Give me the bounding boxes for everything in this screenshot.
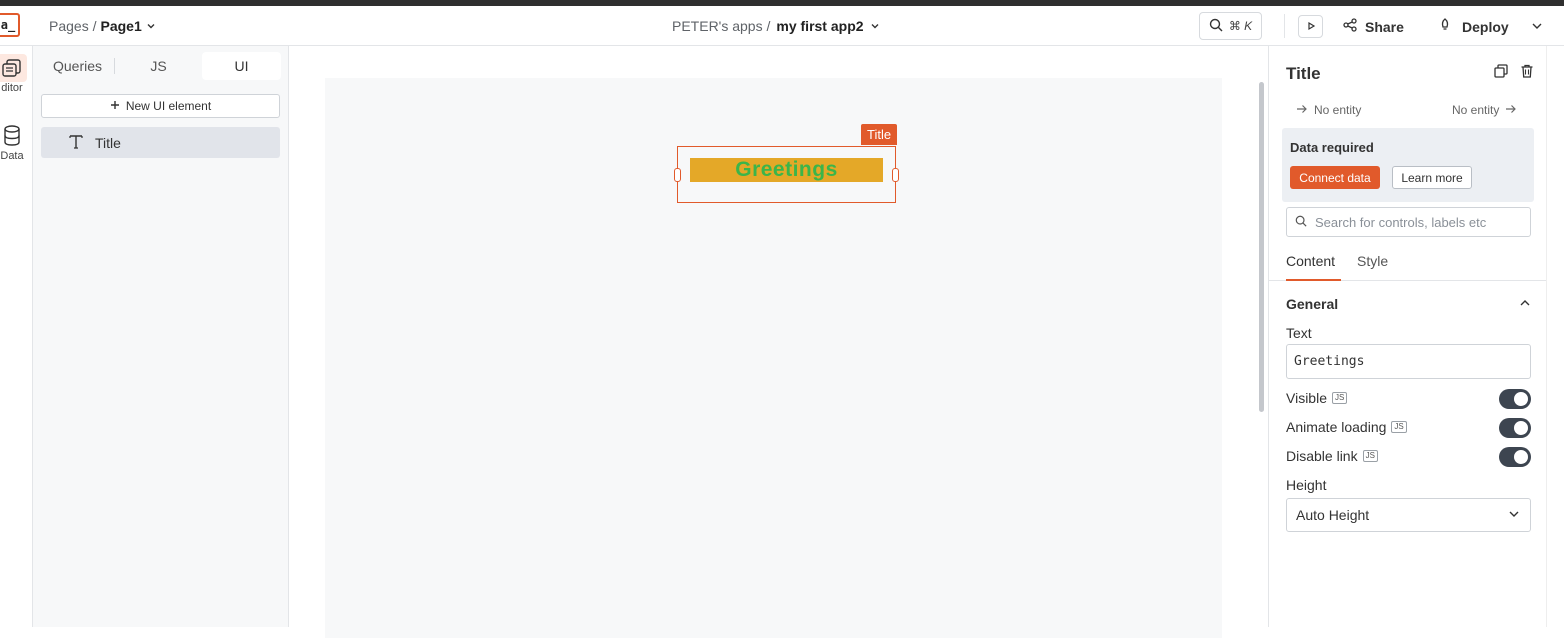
- rocket-icon: [1438, 18, 1452, 35]
- share-button[interactable]: Share: [1343, 18, 1404, 35]
- chevron-down-icon: [1508, 507, 1520, 523]
- selected-widget-tag[interactable]: Title: [861, 124, 898, 145]
- property-pane: Title No entity No entity Data required …: [1268, 46, 1547, 627]
- share-icon: [1343, 18, 1357, 35]
- current-page[interactable]: Page1: [100, 18, 141, 34]
- disable-link-toggle[interactable]: [1499, 447, 1531, 467]
- general-section-title: General: [1286, 296, 1339, 312]
- adjacent-window-edge: [1546, 46, 1564, 627]
- entity-explorer: Queries JS UI New UI element Title: [33, 46, 289, 627]
- new-ui-element-label: New UI element: [125, 99, 212, 113]
- property-search-input[interactable]: Search for controls, labels etc: [1286, 207, 1531, 237]
- app-breadcrumb[interactable]: PETER's apps / my first app2: [672, 18, 880, 34]
- height-select-value: Auto Height: [1296, 507, 1370, 523]
- text-field-label: Text: [1286, 325, 1312, 341]
- copy-icon[interactable]: [1494, 64, 1508, 81]
- canvas-scrollbar[interactable]: [1259, 82, 1264, 412]
- connect-data-button[interactable]: Connect data: [1290, 166, 1380, 189]
- trash-icon[interactable]: [1520, 64, 1534, 81]
- share-label: Share: [1365, 18, 1404, 35]
- rail-data[interactable]: Data: [0, 122, 30, 162]
- chevron-down-icon[interactable]: [146, 18, 156, 34]
- plus-icon: [110, 99, 120, 113]
- text-property-input[interactable]: Greetings: [1286, 344, 1531, 379]
- height-select[interactable]: Auto Height: [1286, 498, 1531, 532]
- animate-loading-label: Animate loading JS: [1286, 419, 1407, 435]
- editor-icon: [0, 54, 27, 82]
- disable-link-label: Disable link JS: [1286, 448, 1378, 464]
- disable-link-label-text: Disable link: [1286, 448, 1358, 464]
- explorer-tabs: Queries JS UI: [41, 52, 282, 80]
- deploy-label: Deploy: [1462, 18, 1509, 35]
- database-icon: [0, 122, 27, 150]
- property-search-placeholder: Search for controls, labels etc: [1315, 214, 1487, 230]
- general-section-header[interactable]: General: [1286, 296, 1531, 312]
- top-header: a_ Pages / Page1 PETER's apps / my first…: [0, 6, 1564, 46]
- tab-ui[interactable]: UI: [202, 52, 281, 80]
- chevron-up-icon[interactable]: [1519, 296, 1531, 312]
- incoming-entity-label: No entity: [1314, 103, 1362, 117]
- data-required-heading: Data required: [1290, 140, 1374, 155]
- canvas-area: Title Greetings: [289, 46, 1268, 638]
- tab-queries[interactable]: Queries: [41, 52, 114, 80]
- new-ui-element-button[interactable]: New UI element: [41, 94, 280, 118]
- height-label: Height: [1286, 477, 1327, 493]
- animate-loading-label-text: Animate loading: [1286, 419, 1387, 435]
- js-toggle-badge[interactable]: JS: [1362, 450, 1378, 462]
- chevron-down-icon[interactable]: [870, 18, 880, 34]
- search-shortcut: ⌘ K: [1228, 19, 1253, 33]
- arrow-right-icon: [1505, 103, 1517, 117]
- data-required-callout: Data required Connect data Learn more: [1282, 128, 1534, 202]
- js-toggle-badge[interactable]: JS: [1391, 421, 1407, 433]
- learn-more-button[interactable]: Learn more: [1392, 166, 1472, 189]
- omnibar-search-button[interactable]: ⌘ K: [1199, 12, 1262, 40]
- property-pane-title[interactable]: Title: [1286, 64, 1321, 84]
- deploy-options-chevron-icon[interactable]: [1531, 20, 1543, 35]
- property-pane-actions: [1494, 64, 1534, 81]
- app-name[interactable]: my first app2: [776, 18, 863, 34]
- tab-style[interactable]: Style: [1357, 253, 1388, 281]
- title-text-widget[interactable]: Greetings: [690, 158, 883, 182]
- preview-button[interactable]: [1298, 15, 1323, 38]
- property-tabs: Content Style: [1269, 251, 1547, 281]
- resize-handle-left[interactable]: [674, 168, 681, 182]
- visible-toggle[interactable]: [1499, 389, 1531, 409]
- outgoing-entity[interactable]: No entity: [1452, 103, 1517, 117]
- workspace-name[interactable]: PETER's apps /: [672, 18, 770, 34]
- js-toggle-badge[interactable]: JS: [1332, 392, 1348, 404]
- outgoing-entity-label: No entity: [1452, 103, 1500, 117]
- search-icon: [1295, 215, 1307, 230]
- resize-handle-right[interactable]: [892, 168, 899, 182]
- widget-name: Title: [95, 134, 121, 151]
- header-divider: [1284, 14, 1285, 38]
- rail-editor-label: ditor: [1, 82, 23, 94]
- play-icon: [1306, 19, 1316, 34]
- rail-data-label: Data: [0, 150, 24, 162]
- app-logo[interactable]: a_: [0, 13, 20, 37]
- rail-editor[interactable]: ditor: [0, 54, 30, 94]
- search-icon: [1209, 18, 1223, 35]
- deploy-button[interactable]: Deploy: [1438, 18, 1509, 35]
- arrow-right-icon: [1296, 103, 1308, 117]
- visible-label-text: Visible: [1286, 390, 1327, 406]
- animate-loading-toggle[interactable]: [1499, 418, 1531, 438]
- pages-label: Pages /: [49, 18, 97, 34]
- widget-list-item-title[interactable]: Title: [41, 127, 280, 158]
- visible-label: Visible JS: [1286, 390, 1348, 406]
- tab-js[interactable]: JS: [115, 52, 202, 80]
- text-widget-icon: [69, 134, 83, 152]
- tab-content[interactable]: Content: [1286, 253, 1341, 281]
- left-rail: ditor Data: [0, 46, 33, 627]
- pages-breadcrumb[interactable]: Pages / Page1: [49, 18, 156, 34]
- incoming-entity[interactable]: No entity: [1296, 103, 1361, 117]
